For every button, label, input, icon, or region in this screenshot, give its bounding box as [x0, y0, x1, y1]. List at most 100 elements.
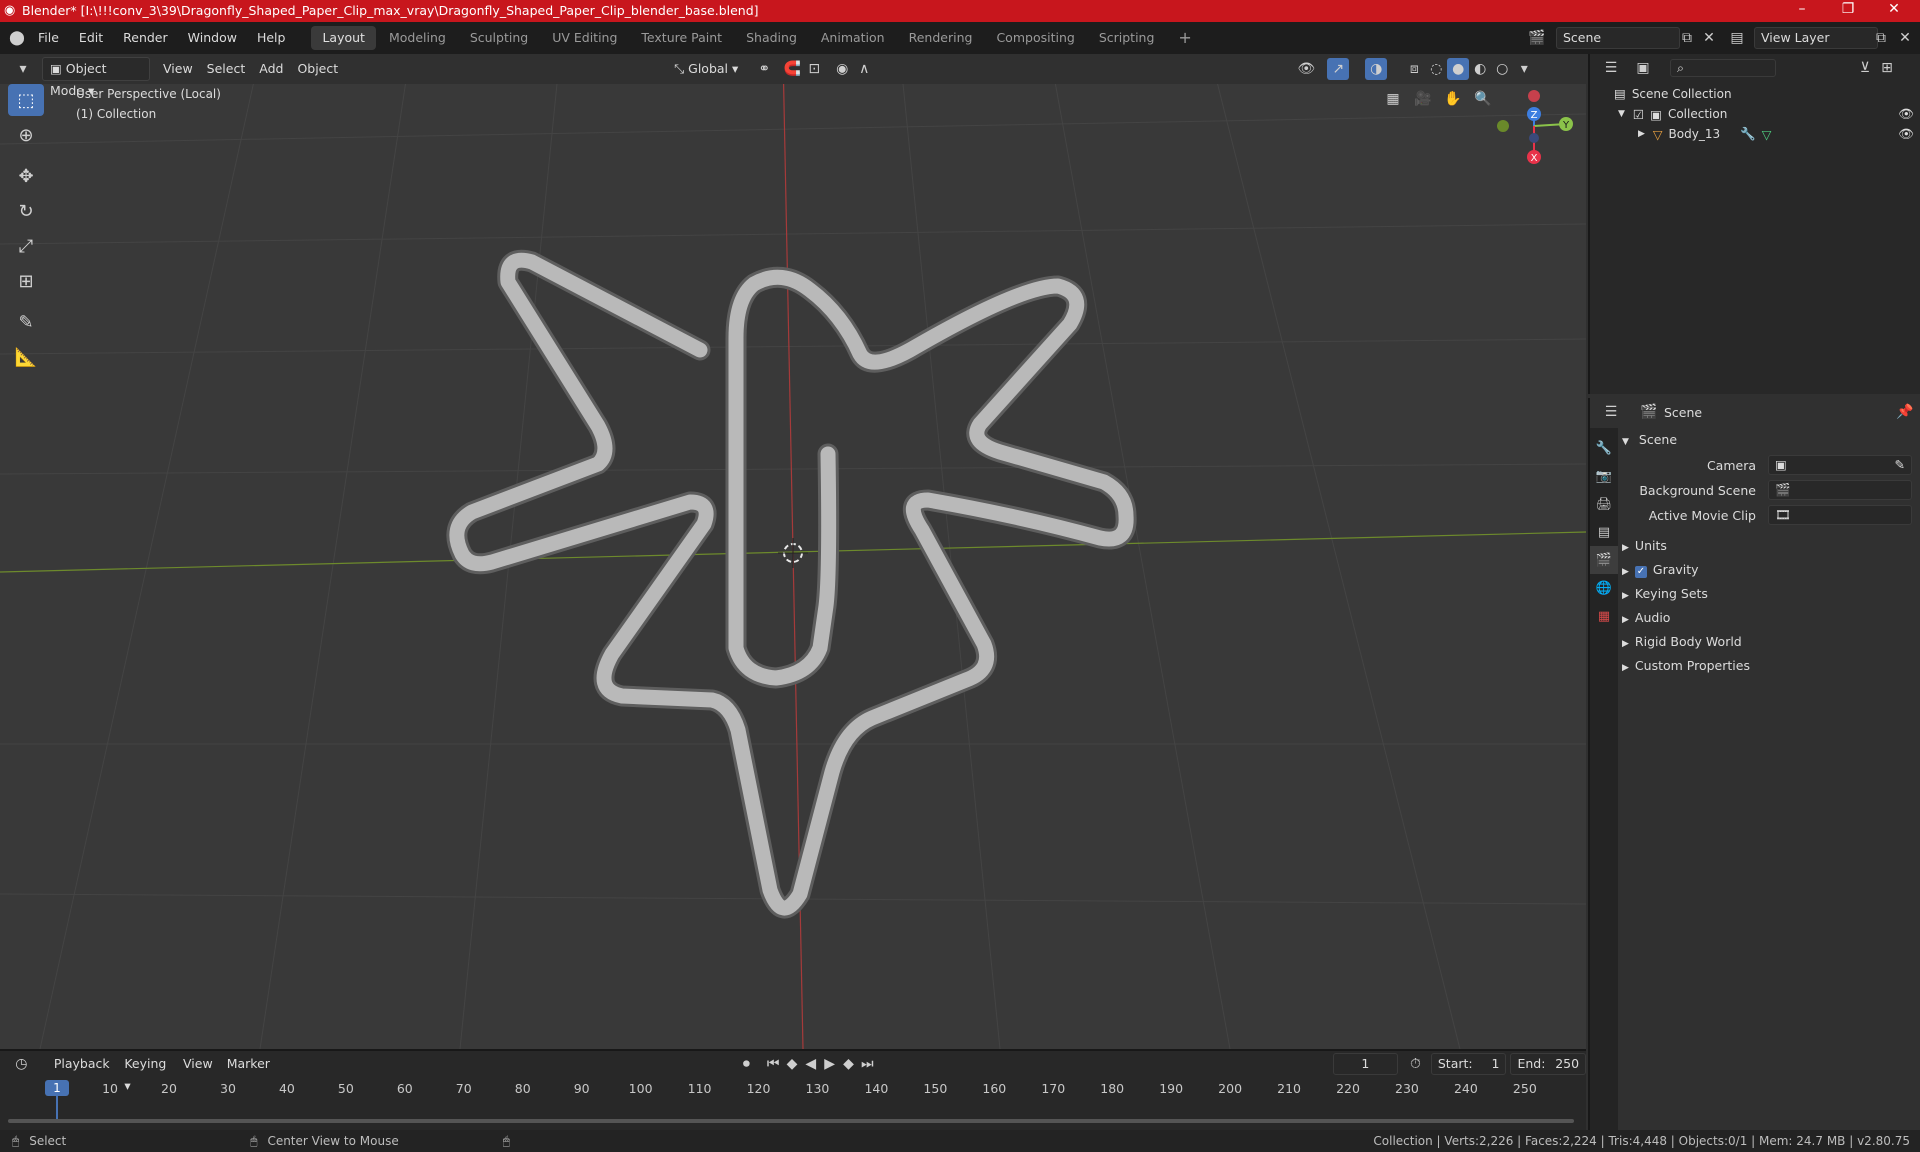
- pan-hand-icon[interactable]: ✋: [1442, 88, 1464, 110]
- viewport-menu-object[interactable]: Object: [290, 58, 345, 80]
- material-shading-icon[interactable]: ◐: [1469, 58, 1491, 80]
- tab-layout[interactable]: Layout: [311, 26, 376, 50]
- maximize-button[interactable]: ❐: [1828, 1, 1868, 17]
- tool-settings-tab[interactable]: 🔧: [1590, 434, 1618, 462]
- tab-rendering[interactable]: Rendering: [898, 26, 984, 50]
- eyedropper-icon[interactable]: ✎: [1895, 456, 1905, 474]
- pin-icon[interactable]: 📌: [1894, 401, 1916, 423]
- move-tool[interactable]: ✥: [8, 160, 44, 192]
- eye-icon[interactable]: 👁: [1898, 126, 1914, 142]
- measure-tool[interactable]: 📐: [8, 341, 44, 373]
- viewport-menu-view[interactable]: View: [156, 58, 200, 80]
- blender-menu-icon[interactable]: ⬤: [6, 27, 28, 49]
- scale-tool[interactable]: ⤢: [8, 230, 44, 262]
- viewport-menu-select[interactable]: Select: [200, 58, 253, 80]
- tab-modeling[interactable]: Modeling: [378, 26, 457, 50]
- outliner-row-collection[interactable]: ▼ ☑ ▣ Collection 👁: [1618, 106, 1914, 122]
- outliner-row-scene-collection[interactable]: ▤ Scene Collection: [1614, 86, 1732, 101]
- filter-icon[interactable]: ⊻: [1854, 57, 1876, 79]
- delete-scene-icon[interactable]: ✕: [1698, 27, 1720, 49]
- new-scene-icon[interactable]: ⧉: [1676, 27, 1698, 49]
- rendered-shading-icon[interactable]: ○: [1491, 58, 1513, 80]
- collection-checkbox[interactable]: ☑: [1633, 107, 1644, 122]
- frame-tick-label: 50: [337, 1081, 354, 1096]
- tab-compositing[interactable]: Compositing: [985, 26, 1085, 50]
- texture-tab[interactable]: ▦: [1590, 602, 1618, 630]
- editor-type-icon[interactable]: ▾: [12, 58, 34, 80]
- new-collection-icon[interactable]: ⊞: [1876, 57, 1898, 79]
- new-view-layer-icon[interactable]: ⧉: [1870, 27, 1892, 49]
- snap-target-icon[interactable]: ⊡: [803, 58, 825, 80]
- tab-uv-editing[interactable]: UV Editing: [541, 26, 628, 50]
- delete-view-layer-icon[interactable]: ✕: [1894, 27, 1916, 49]
- overlay-toggle-icon[interactable]: ◑: [1365, 58, 1388, 80]
- outliner-editor-icon[interactable]: ☰: [1600, 57, 1622, 79]
- view-layer-field[interactable]: View Layer: [1754, 27, 1878, 49]
- scene-field[interactable]: Scene: [1556, 27, 1680, 49]
- scene-icon[interactable]: 🎬: [1526, 27, 1548, 49]
- timeline-scrollbar[interactable]: [8, 1119, 1574, 1123]
- tab-animation[interactable]: Animation: [810, 26, 896, 50]
- eye-icon[interactable]: 👁: [1898, 106, 1914, 122]
- add-workspace-icon[interactable]: +: [1167, 26, 1202, 50]
- camera-field[interactable]: ▣ ✎: [1768, 455, 1912, 475]
- xray-icon[interactable]: ⧈: [1403, 58, 1425, 80]
- render-tab[interactable]: 📷: [1590, 462, 1618, 490]
- shading-options-icon[interactable]: ▾: [1513, 58, 1535, 80]
- expand-arrow-icon[interactable]: ▶: [1638, 129, 1645, 139]
- cursor-tool[interactable]: ⊕: [8, 119, 44, 151]
- output-tab[interactable]: 🖨: [1590, 490, 1618, 518]
- gravity-panel-header[interactable]: ▶ ✓ Gravity: [1622, 558, 1918, 582]
- expand-arrow-icon[interactable]: ▼: [1618, 109, 1625, 119]
- rigid-body-world-panel-header[interactable]: ▶ Rigid Body World: [1622, 630, 1918, 654]
- 3d-viewport[interactable]: [0, 54, 1586, 1049]
- active-movie-clip-field[interactable]: 🎞: [1768, 505, 1912, 525]
- audio-panel-header[interactable]: ▶ Audio: [1622, 606, 1918, 630]
- tab-sculpting[interactable]: Sculpting: [459, 26, 539, 50]
- menu-window[interactable]: Window: [178, 22, 247, 54]
- wireframe-shading-icon[interactable]: ◌: [1425, 58, 1447, 80]
- scene-tab[interactable]: 🎬: [1590, 546, 1618, 574]
- keying-sets-panel-header[interactable]: ▶ Keying Sets: [1622, 582, 1918, 606]
- tab-scripting[interactable]: Scripting: [1088, 26, 1166, 50]
- outliner-search-input[interactable]: ⌕: [1670, 59, 1776, 77]
- world-tab[interactable]: 🌐: [1590, 574, 1618, 602]
- mesh-data-icon[interactable]: ▽: [1762, 127, 1772, 142]
- view-layer-tab[interactable]: ▤: [1590, 518, 1618, 546]
- zoom-icon[interactable]: 🔍: [1472, 88, 1494, 110]
- background-scene-field[interactable]: 🎬: [1768, 480, 1912, 500]
- menu-render[interactable]: Render: [113, 22, 178, 54]
- annotate-tool[interactable]: ✎: [8, 306, 44, 338]
- camera-view-icon[interactable]: 🎥: [1412, 88, 1434, 110]
- falloff-icon[interactable]: ∧: [853, 58, 875, 80]
- custom-properties-panel-header[interactable]: ▶ Custom Properties: [1622, 654, 1918, 678]
- scene-panel-header[interactable]: ▼ Scene: [1622, 428, 1918, 452]
- modifier-icon[interactable]: 🔧: [1740, 126, 1756, 142]
- tab-shading[interactable]: Shading: [735, 26, 808, 50]
- menu-help[interactable]: Help: [247, 22, 296, 54]
- minimize-button[interactable]: –: [1782, 1, 1822, 17]
- select-box-tool[interactable]: ⬚: [8, 84, 44, 116]
- gravity-checkbox[interactable]: ✓: [1634, 566, 1647, 578]
- rotate-tool[interactable]: ↻: [8, 195, 44, 227]
- properties-editor-icon[interactable]: ☰: [1600, 401, 1622, 423]
- tab-texture-paint[interactable]: Texture Paint: [630, 26, 733, 50]
- menu-edit[interactable]: Edit: [69, 22, 113, 54]
- solid-shading-icon[interactable]: ●: [1447, 58, 1470, 80]
- outliner-row-body13[interactable]: ▶ ▽ Body_13 🔧 ▽ 👁: [1638, 126, 1914, 142]
- display-mode-icon[interactable]: ▣: [1632, 57, 1654, 79]
- orientation-dropdown[interactable]: ⤡ Global ▾: [667, 58, 745, 80]
- mode-dropdown[interactable]: ▣ Object Mode ▾: [42, 57, 150, 98]
- snap-icon[interactable]: 🧲: [781, 58, 803, 80]
- units-panel-header[interactable]: ▶ Units: [1622, 534, 1918, 558]
- transform-tool[interactable]: ⊞: [8, 265, 44, 297]
- view-layer-icon[interactable]: ▤: [1726, 27, 1748, 49]
- proportional-edit-icon[interactable]: ◉: [831, 58, 853, 80]
- menu-file[interactable]: File: [28, 22, 69, 54]
- visibility-icon[interactable]: 👁: [1295, 58, 1317, 80]
- grid-view-icon[interactable]: ▦: [1382, 88, 1404, 110]
- gizmo-toggle-icon[interactable]: ↗: [1327, 58, 1350, 80]
- viewport-menu-add[interactable]: Add: [252, 58, 290, 80]
- pivot-icon[interactable]: ⚭: [753, 58, 775, 80]
- close-button[interactable]: ✕: [1874, 1, 1914, 17]
